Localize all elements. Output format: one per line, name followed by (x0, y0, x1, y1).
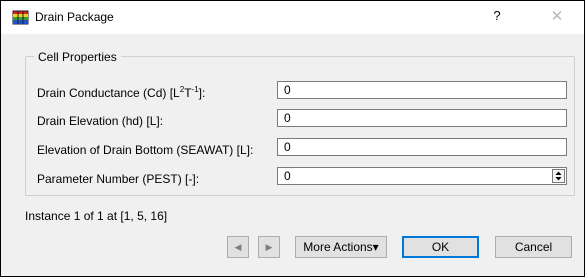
help-button[interactable]: ? (487, 8, 507, 26)
conductance-label-prefix: Drain Conductance (Cd) [L (37, 86, 180, 100)
conductance-label: Drain Conductance (Cd) [L2T-1]: (37, 85, 206, 101)
close-button[interactable]: ✕ (545, 7, 569, 27)
dialog-window: Drain Package ? ✕ Cell Properties Drain … (0, 0, 585, 277)
elevation-input[interactable]: 0 (277, 109, 567, 127)
more-actions-button[interactable]: More Actions▾ (295, 236, 387, 258)
instance-status: Instance 1 of 1 at [1, 5, 16] (25, 209, 168, 223)
elevation-label: Drain Elevation (hd) [L]: (37, 114, 164, 128)
stacked-cells-app-icon (12, 10, 29, 25)
parameter-spinbox[interactable]: 0 (277, 167, 567, 185)
parameter-value: 0 (284, 169, 291, 183)
drain-bottom-input[interactable]: 0 (277, 138, 567, 156)
ok-button[interactable]: OK (402, 236, 479, 258)
window-title: Drain Package (35, 10, 114, 24)
next-instance-button[interactable]: ▶ (258, 236, 280, 258)
cancel-button[interactable]: Cancel (495, 236, 572, 258)
conductance-sup-2: -1 (191, 85, 199, 94)
group-title: Cell Properties (34, 50, 121, 64)
conductance-label-suffix: ]: (198, 86, 206, 100)
spin-arrows-icon (555, 171, 562, 181)
drain-bottom-label: Elevation of Drain Bottom (SEAWAT) [L]: (37, 143, 254, 157)
parameter-label: Parameter Number (PEST) [-]: (37, 172, 200, 186)
conductance-input[interactable]: 0 (277, 81, 567, 99)
title-bar: Drain Package ? ✕ (1, 1, 584, 34)
previous-instance-button[interactable]: ◀ (227, 236, 249, 258)
conductance-label-mid: T (184, 86, 192, 100)
spin-up-down-icon[interactable] (552, 169, 565, 183)
